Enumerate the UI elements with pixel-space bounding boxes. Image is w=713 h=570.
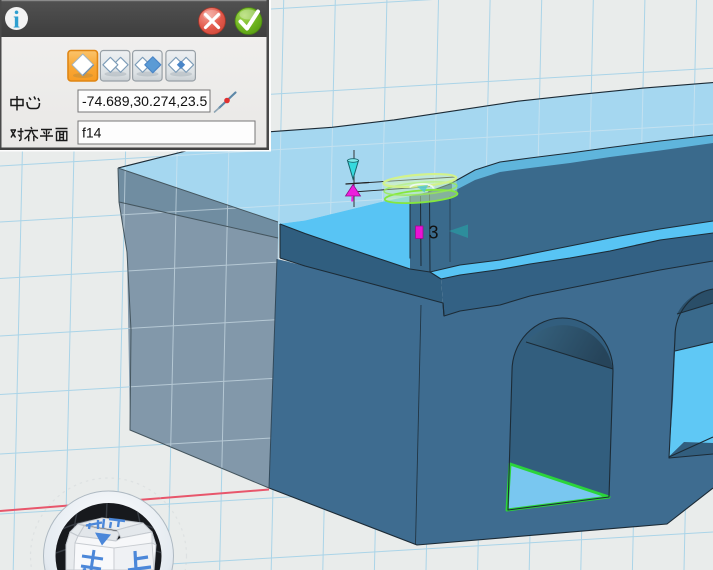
- svg-text:i: i: [13, 8, 20, 34]
- svg-text:f14: f14: [82, 125, 102, 141]
- svg-text:-74.689,30.274,23.5: -74.689,30.274,23.5: [82, 93, 208, 109]
- svg-text:3: 3: [429, 223, 439, 243]
